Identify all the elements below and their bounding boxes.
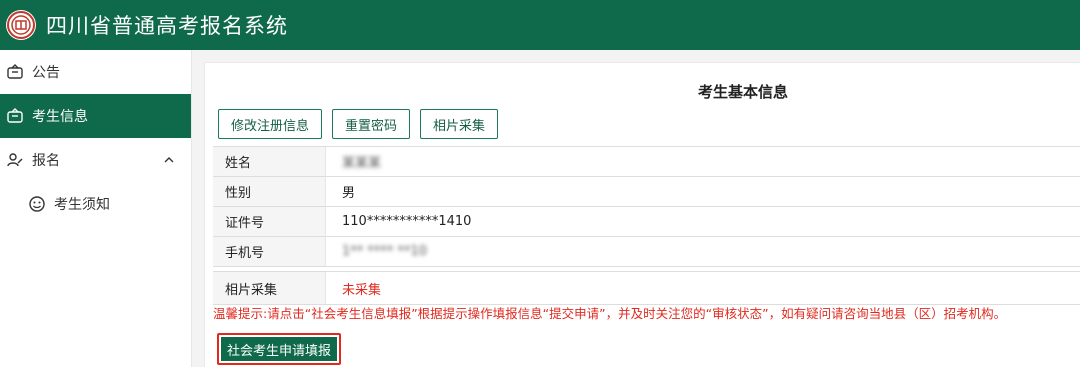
field-label: 姓名	[213, 147, 326, 176]
social-candidate-apply-button[interactable]: 社会考生申请填报	[221, 337, 338, 361]
edit-registration-button[interactable]: 修改注册信息	[218, 109, 323, 139]
sidebar-item-label: 报名	[32, 153, 60, 169]
profile-card-icon	[6, 107, 24, 125]
field-label: 相片采集	[213, 272, 326, 304]
photo-status-value: 未采集	[342, 282, 382, 298]
app-header: 四川省普通高考报名系统	[0, 0, 1080, 50]
reset-password-button[interactable]: 重置密码	[332, 109, 411, 139]
field-value: 男	[342, 186, 356, 201]
page-title: 考生基本信息	[697, 83, 788, 101]
photo-capture-button[interactable]: 相片采集	[420, 109, 499, 139]
edit-user-icon	[6, 151, 24, 169]
main-panel: 考生基本信息 修改注册信息 重置密码 相片采集 姓名 某某某 性别 男 证件号 …	[204, 62, 1080, 367]
app-title: 四川省普通高考报名系统	[46, 14, 288, 38]
table-row: 证件号 110***********1410	[213, 207, 1080, 237]
smile-icon	[28, 195, 46, 213]
field-value: 110***********1410	[342, 214, 472, 229]
sidebar-subitem-label: 考生须知	[54, 197, 110, 213]
notice-icon	[6, 63, 24, 81]
candidate-info-table: 姓名 某某某 性别 男 证件号 110***********1410 手机号 1…	[213, 146, 1080, 305]
submit-highlight: 社会考生申请填报	[217, 333, 342, 365]
table-row: 姓名 某某某	[213, 147, 1080, 177]
action-bar: 修改注册信息 重置密码 相片采集	[218, 109, 499, 139]
table-row-photo: 相片采集 未采集	[213, 271, 1080, 305]
sidebar: 公告 考生信息 报名 考生须知	[0, 50, 192, 367]
field-value: 某某某	[342, 156, 382, 171]
field-label: 证件号	[213, 207, 326, 236]
field-value: 1** **** **10	[342, 244, 428, 259]
table-row: 性别 男	[213, 177, 1080, 207]
sidebar-item-label: 公告	[32, 65, 60, 81]
sidebar-item-notice[interactable]: 公告	[0, 50, 191, 94]
sidebar-item-label: 考生信息	[32, 109, 88, 125]
school-seal-icon	[6, 10, 36, 40]
sidebar-subitem-exam-notice[interactable]: 考生须知	[0, 182, 191, 226]
sidebar-item-candidate-info[interactable]: 考生信息	[0, 94, 191, 138]
warm-tip-notice: 温馨提示:请点击“社会考生信息填报”根据提示操作填报信息“提交申请”，并及时关注…	[213, 306, 1007, 321]
chevron-up-icon[interactable]	[161, 152, 177, 168]
table-row: 手机号 1** **** **10	[213, 237, 1080, 267]
field-label: 手机号	[213, 237, 326, 266]
field-label: 性别	[213, 177, 326, 206]
sidebar-item-registration[interactable]: 报名	[0, 138, 191, 182]
